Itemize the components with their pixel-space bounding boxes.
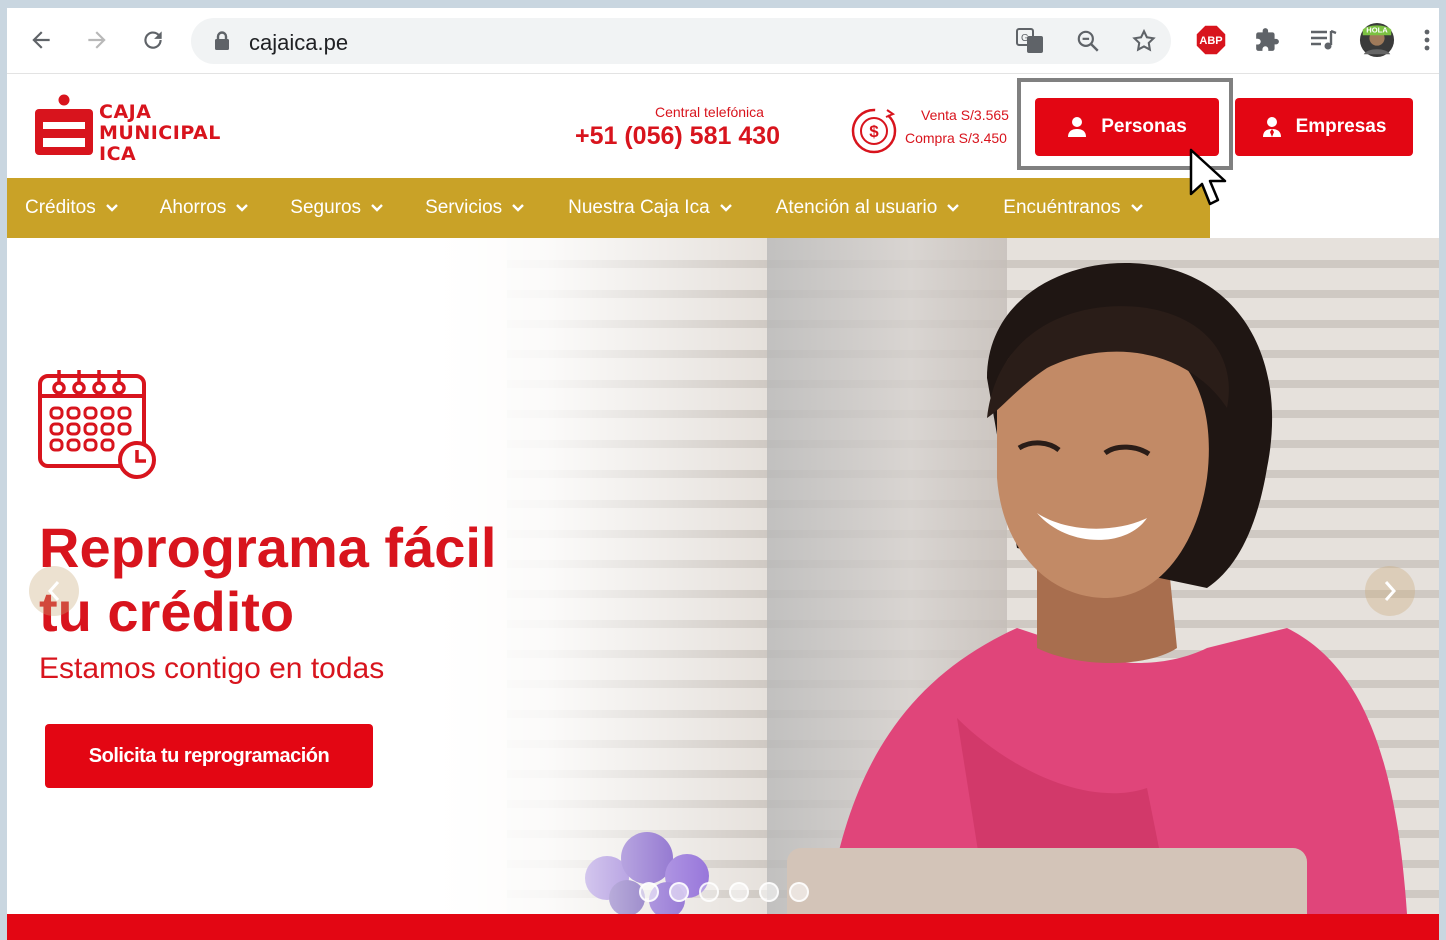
carousel-dot-2[interactable] [669,882,689,902]
back-icon[interactable] [23,22,59,58]
url-text[interactable]: cajaica.pe [249,30,348,56]
business-person-icon [1262,117,1281,137]
carousel-dot-3[interactable] [699,882,719,902]
nav-item-encuentranos[interactable]: Encuéntranos [959,178,1143,238]
empresas-button[interactable]: Empresas [1235,98,1413,156]
mouse-cursor-icon [1189,148,1227,206]
carousel-dot-1[interactable] [639,882,659,902]
browser-window: cajaica.pe G ABP HOLA CAJA MUNICIPAL ICA… [7,8,1439,940]
extensions-icon[interactable] [1249,22,1285,58]
reload-icon[interactable] [135,22,171,58]
svg-text:$: $ [869,122,879,141]
chevron-down-icon [512,204,524,212]
nav-item-nuestra-caja[interactable]: Nuestra Caja Ica [524,178,732,238]
nav-item-creditos[interactable]: Créditos [7,178,118,238]
bookmark-star-icon[interactable] [1129,26,1159,56]
chevron-down-icon [105,204,118,212]
adblock-icon[interactable]: ABP [1193,22,1229,58]
nav-label: Encuéntranos [1003,197,1121,218]
hero-carousel: Reprograma fácil tu crédito Estamos cont… [7,238,1439,914]
logo-line-1: CAJA [99,101,152,123]
nav-item-servicios[interactable]: Servicios [383,178,524,238]
nav-label: Atención al usuario [775,197,938,218]
hero-title-line-2: tu crédito [39,580,295,643]
browser-toolbar: cajaica.pe G ABP HOLA [7,8,1439,74]
calendar-clock-icon [38,370,156,479]
main-nav: Créditos Ahorros Seguros Servicios Nuest… [7,178,1210,238]
carousel-next-arrow[interactable] [1365,566,1415,616]
fx-buy: Compra S/3.450 [905,130,1007,146]
logo-mark-icon [35,94,93,155]
nav-label: Créditos [25,197,96,218]
nav-item-seguros[interactable]: Seguros [248,178,383,238]
chevron-down-icon [719,204,732,212]
nav-label: Nuestra Caja Ica [568,197,710,218]
carousel-dots [639,882,809,902]
media-control-icon[interactable] [1305,22,1341,58]
caja-ica-logo[interactable]: CAJA MUNICIPAL ICA [33,94,243,165]
chevron-left-icon [47,581,60,601]
nav-label: Servicios [425,197,503,218]
nav-label: Ahorros [159,197,227,218]
avatar-label: HOLA [1366,25,1388,34]
carousel-dot-6[interactable] [789,882,809,902]
carousel-prev-arrow[interactable] [29,566,79,616]
svg-text:G: G [1021,33,1029,44]
phone-label: Central telefónica [655,104,764,120]
chevron-down-icon [371,204,383,212]
chevron-down-icon [236,204,249,212]
address-bar[interactable]: cajaica.pe G [191,18,1171,64]
translate-icon[interactable]: G [1015,26,1045,56]
logo-line-3: ICA [99,143,137,165]
forward-icon[interactable] [79,22,115,58]
hero-subtitle: Estamos contigo en todas [39,652,385,685]
chevron-down-icon [947,204,960,212]
logo-text: CAJA MUNICIPAL ICA [99,102,221,165]
exchange-rates: Venta S/3.565 Compra S/3.450 [905,104,1017,150]
phone-number[interactable]: +51 (056) 581 430 [575,122,780,151]
nav-item-atencion[interactable]: Atención al usuario [732,178,960,238]
nav-item-ahorros[interactable]: Ahorros [118,178,249,238]
hero-title: Reprograma fácil tu crédito [39,516,497,644]
fx-sell: Venta S/3.565 [921,107,1009,123]
nav-label: Seguros [290,197,362,218]
hero-title-line-1: Reprograma fácil [39,516,497,579]
logo-line-2: MUNICIPAL [99,122,221,144]
lock-icon[interactable] [213,31,231,56]
carousel-dot-4[interactable] [729,882,749,902]
reprogramacion-cta-button[interactable]: Solicita tu reprogramación [45,724,373,788]
profile-avatar[interactable]: HOLA [1359,22,1395,58]
chevron-right-icon [1384,581,1397,601]
carousel-dot-5[interactable] [759,882,779,902]
adblock-label: ABP [1199,35,1222,47]
menu-icon[interactable] [1417,22,1437,58]
bottom-red-bar [7,914,1439,940]
zoom-icon[interactable] [1073,26,1103,56]
chevron-down-icon [1130,204,1143,212]
empresas-label: Empresas [1295,116,1387,137]
exchange-rate-icon: $ [851,108,897,154]
